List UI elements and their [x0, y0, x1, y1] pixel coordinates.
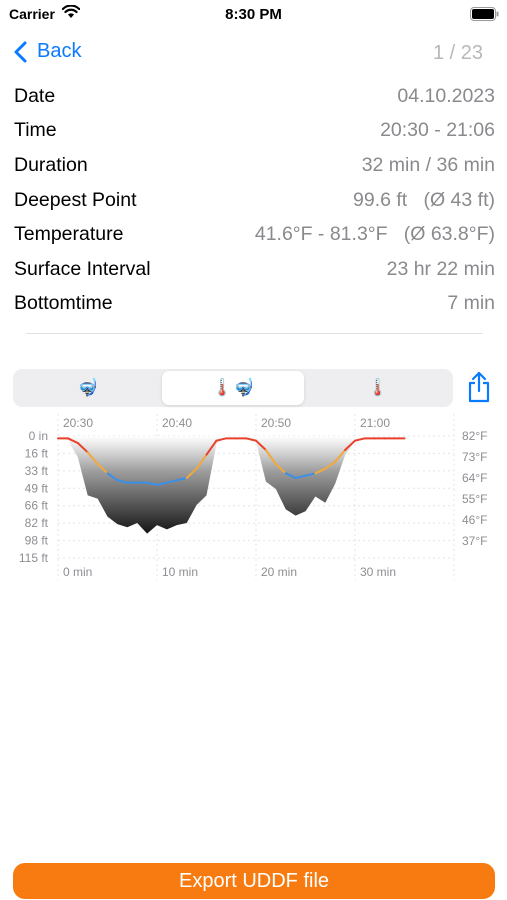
depth-tick-label: 49 ft — [25, 481, 49, 495]
info-value: 23 hr 22 min — [386, 257, 495, 280]
chart-mode-segmented-control: 🤿 🌡️🤿 🌡️ — [13, 369, 453, 407]
depth-tick-label: 16 ft — [25, 446, 49, 460]
temperature-tick-label: 64°F — [462, 471, 487, 485]
depth-profile-area — [58, 436, 405, 534]
share-button[interactable] — [466, 371, 492, 408]
thermometer-icon: 🌡️ — [367, 378, 389, 397]
info-value: 20:30 - 21:06 — [380, 119, 495, 142]
temperature-tick-label: 46°F — [462, 513, 487, 527]
nav-bar: Back 1 / 23 — [0, 36, 507, 70]
info-label: Deepest Point — [14, 188, 137, 211]
info-value: 7 min — [447, 292, 495, 315]
info-label: Time — [14, 119, 57, 142]
segment-depth[interactable]: 🤿 — [15, 371, 161, 405]
clock: 8:30 PM — [225, 6, 282, 23]
minute-tick-label: 30 min — [360, 565, 396, 579]
info-label: Temperature — [14, 223, 124, 246]
info-value: 32 min / 36 min — [361, 153, 495, 176]
info-label: Bottomtime — [14, 292, 113, 315]
export-uddf-button[interactable]: Export UDDF file — [13, 863, 495, 899]
info-label: Surface Interval — [14, 257, 151, 280]
info-row-time: Time 20:30 - 21:06 — [14, 114, 495, 149]
depth-tick-label: 82 ft — [25, 516, 49, 530]
minute-tick-label: 10 min — [162, 565, 198, 579]
clock-tick-label: 20:40 — [162, 416, 192, 430]
back-label: Back — [37, 40, 82, 62]
info-row-date: Date 04.10.2023 — [14, 79, 495, 114]
depth-tick-label: 66 ft — [25, 499, 49, 513]
temperature-tick-label: 37°F — [462, 534, 487, 548]
minute-tick-label: 0 min — [63, 565, 92, 579]
chevron-left-icon — [14, 41, 27, 62]
info-row-bottomtime: Bottomtime 7 min — [14, 287, 495, 322]
temperature-tick-label: 82°F — [462, 429, 487, 443]
thermometer-and-mask-icon: 🌡️🤿 — [211, 378, 255, 397]
clock-tick-label: 20:30 — [63, 416, 93, 430]
info-row-temperature: Temperature 41.6°F - 81.3°F (Ø 63.8°F) — [14, 217, 495, 252]
dive-profile-chart: 0 in 16 ft 33 ft 49 ft 66 ft 82 ft 98 ft 115 ft… — [19, 414, 487, 580]
info-row-surface-interval: Surface Interval 23 hr 22 min — [14, 252, 495, 287]
info-value: 99.6 ft (Ø 43 ft) — [353, 188, 495, 211]
status-bar: Carrier 8:30 PM — [0, 0, 507, 30]
temperature-tick-label: 55°F — [462, 492, 487, 506]
segment-depth-temperature[interactable]: 🌡️🤿 — [162, 371, 304, 405]
info-label: Duration — [14, 153, 88, 176]
dive-info-list: Date 04.10.2023 Time 20:30 - 21:06 Durat… — [14, 79, 495, 321]
temperature-tick-label: 73°F — [462, 450, 487, 464]
battery-icon — [470, 7, 499, 21]
info-label: Date — [14, 84, 56, 107]
depth-tick-label: 98 ft — [25, 534, 49, 548]
share-icon — [468, 371, 490, 403]
back-button[interactable]: Back — [14, 40, 81, 63]
info-row-duration: Duration 32 min / 36 min — [14, 148, 495, 183]
depth-tick-label: 0 in — [29, 429, 48, 443]
clock-tick-label: 21:00 — [360, 416, 390, 430]
segment-temperature[interactable]: 🌡️ — [305, 371, 451, 405]
depth-tick-label: 115 ft — [19, 551, 49, 565]
minute-tick-label: 20 min — [261, 565, 297, 579]
info-value: 04.10.2023 — [397, 84, 495, 107]
info-row-deepest-point: Deepest Point 99.6 ft (Ø 43 ft) — [14, 183, 495, 218]
export-label: Export UDDF file — [178, 869, 330, 892]
info-value: 41.6°F - 81.3°F (Ø 63.8°F) — [254, 223, 495, 246]
depth-tick-label: 33 ft — [25, 464, 49, 478]
clock-tick-label: 20:50 — [261, 416, 291, 430]
diving-mask-icon: 🤿 — [77, 378, 99, 397]
page-counter: 1 / 23 — [432, 42, 483, 64]
divider — [26, 333, 483, 334]
